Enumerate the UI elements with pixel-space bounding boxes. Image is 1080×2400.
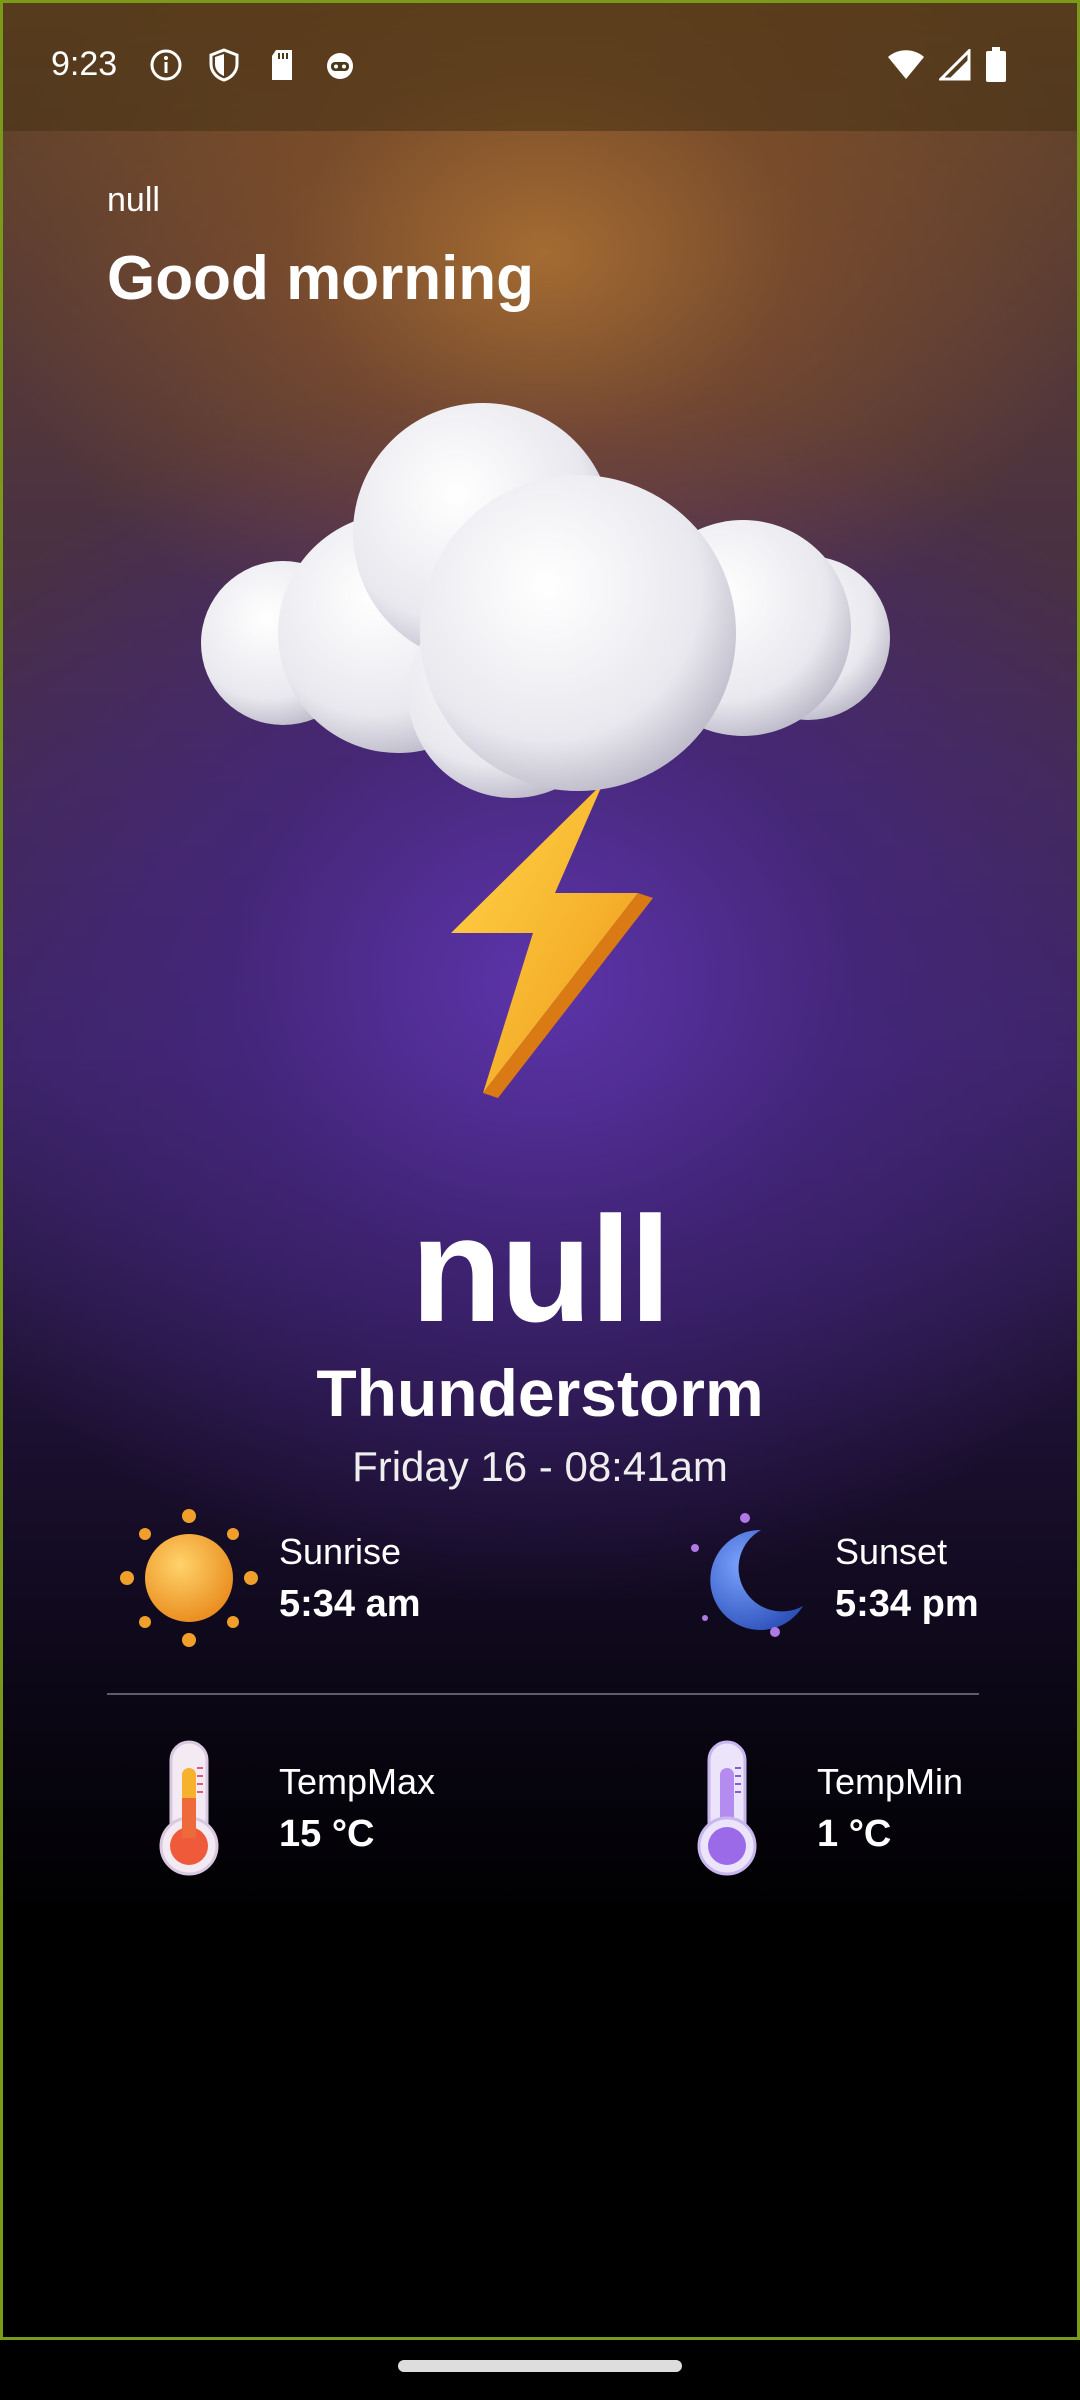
status-icons-left [148,47,358,83]
sunrise-block: Sunrise 5:34 am [119,1508,421,1648]
sunrise-value: 5:34 am [279,1582,421,1625]
thunderstorm-icon [183,393,903,1113]
user-name: null [107,181,160,219]
current-temperature: null [410,1185,672,1353]
sunset-block: Sunset 5:34 pm [675,1508,979,1648]
battery-icon [985,47,1007,88]
status-bar: 9:23 [3,3,1077,131]
temp-max-label: TempMax [279,1760,436,1802]
greeting-title: Good morning [107,244,535,313]
home-gesture-handle[interactable] [398,2360,682,2372]
temp-max-block: TempMax 15 °C [119,1738,435,1878]
robot-icon [322,47,358,83]
current-datetime: Friday 16 - 08:41am [352,1443,728,1490]
app-screen: 9:23 null Good morning null Thunderstorm… [0,0,1080,2340]
thermometer-hot-icon [119,1738,259,1878]
thermometer-cold-icon [657,1738,797,1878]
info-icon [148,47,184,83]
divider [107,1693,979,1695]
sunrise-label: Sunrise [279,1530,402,1572]
status-time: 9:23 [51,45,118,83]
wifi-icon [887,49,925,86]
sunset-value: 5:34 pm [835,1582,979,1625]
temp-min-value: 1 °C [817,1812,892,1855]
temp-max-value: 15 °C [279,1812,375,1855]
shield-icon [206,47,242,83]
temp-min-block: TempMin 1 °C [657,1738,963,1878]
weather-condition: Thunderstorm [316,1356,764,1430]
sunset-label: Sunset [835,1530,948,1572]
sd-card-icon [264,47,300,83]
status-icons-right [887,47,1007,88]
temp-min-label: TempMin [817,1760,964,1802]
sun-icon [119,1508,259,1648]
moon-icon [675,1508,815,1648]
signal-icon [937,47,971,86]
